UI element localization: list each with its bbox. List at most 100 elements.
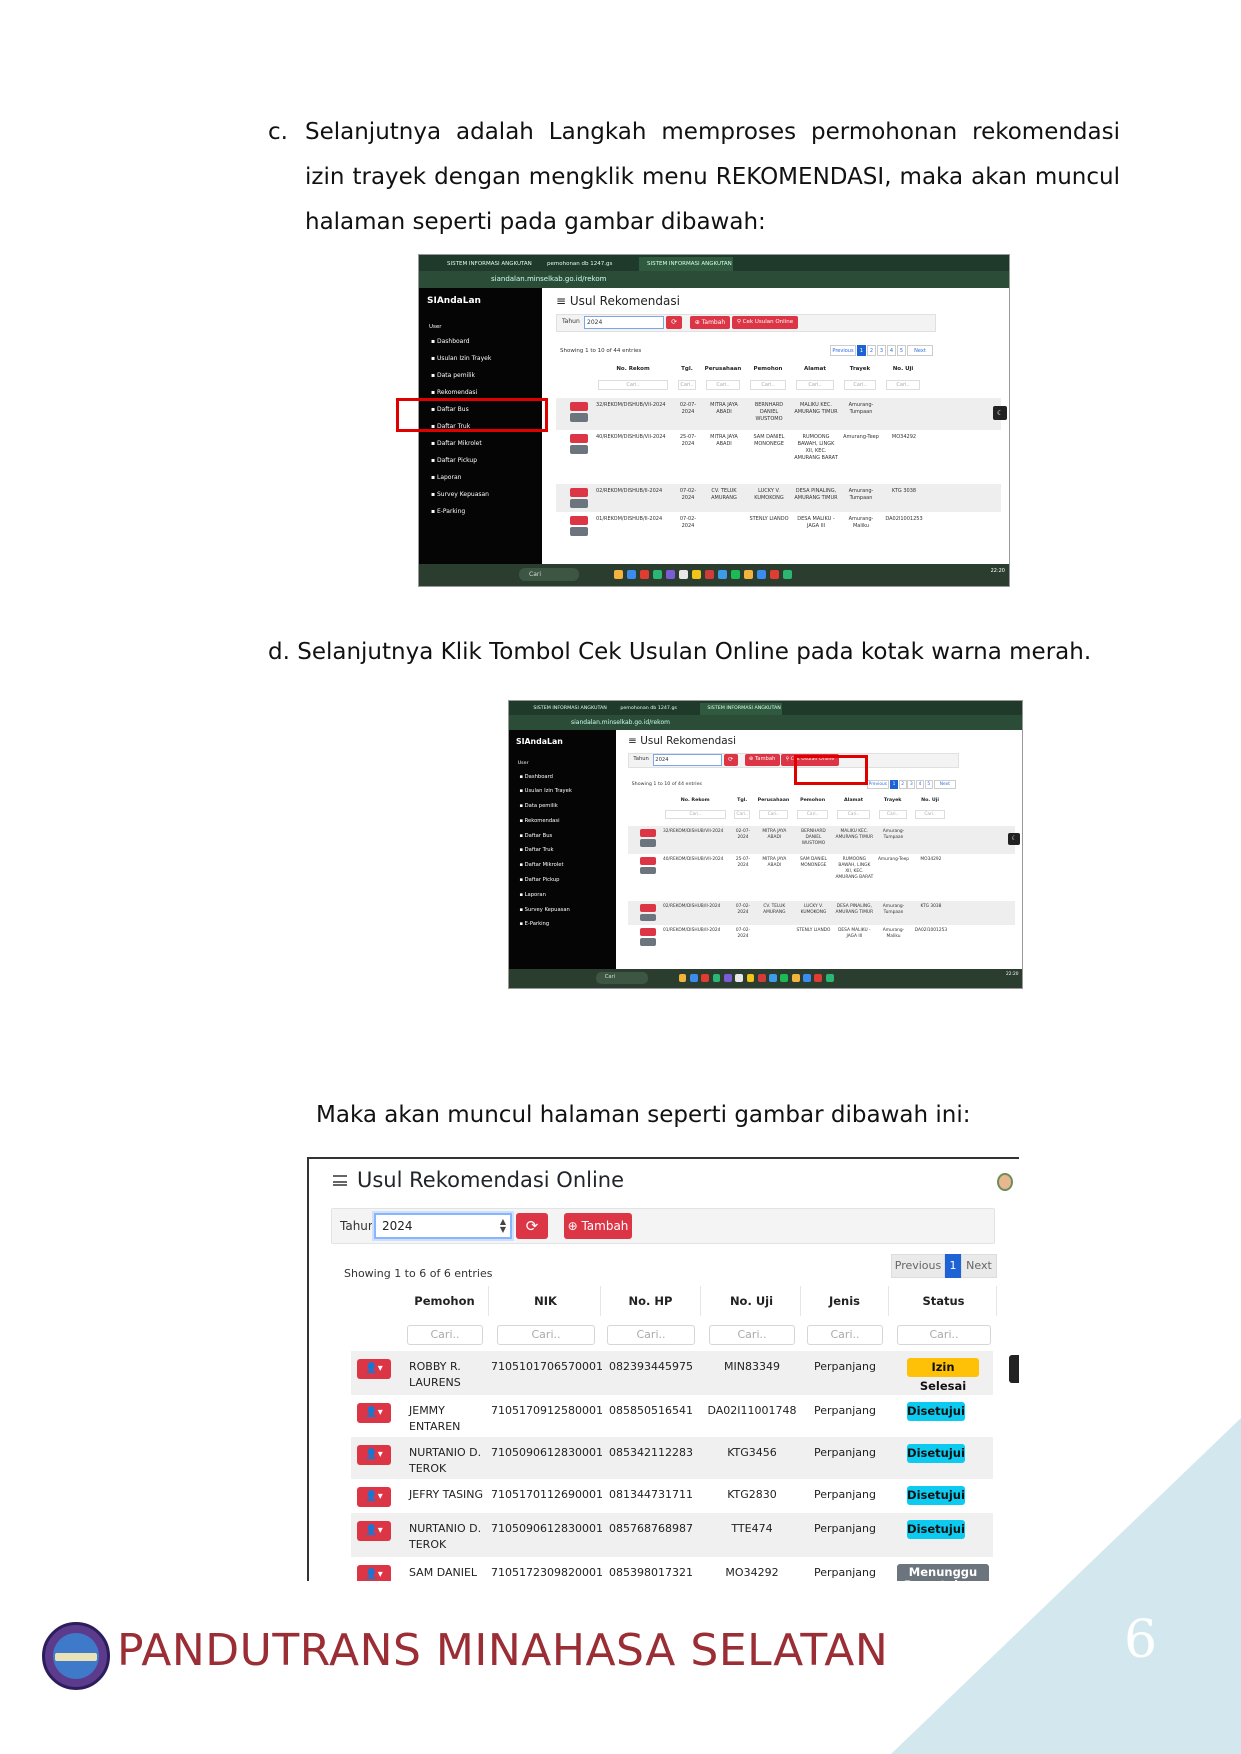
pager-previous[interactable]: Previous: [891, 1254, 945, 1278]
column-search-input[interactable]: Cari..: [607, 1325, 695, 1345]
taskbar-app-icon[interactable]: [769, 974, 777, 983]
theme-toggle[interactable]: ☾: [1008, 832, 1021, 845]
sidebar-item[interactable]: ▪ Daftar Truk: [519, 847, 553, 853]
sidebar-item[interactable]: ▪ Daftar Pickup: [519, 877, 559, 883]
column-search-input[interactable]: Cari..: [878, 810, 907, 819]
taskbar-app-icon[interactable]: [701, 974, 710, 983]
theme-toggle[interactable]: ☾: [993, 406, 1007, 420]
row-action-button[interactable]: [570, 402, 588, 411]
row-action-button[interactable]: [640, 838, 656, 847]
column-search-input[interactable]: Cari..: [497, 1325, 595, 1345]
taskbar-app-icon[interactable]: [627, 570, 636, 579]
column-search-input[interactable]: Cari..: [807, 1325, 883, 1345]
taskbar-app-icon[interactable]: [705, 570, 714, 579]
sidebar-item[interactable]: ▪ Laporan: [519, 892, 545, 898]
taskbar-app-icon[interactable]: [678, 974, 687, 983]
taskbar-app-icon[interactable]: [803, 974, 811, 983]
taskbar-app-icon[interactable]: [640, 570, 649, 579]
add-button[interactable]: ⊕ Tambah: [564, 1213, 632, 1239]
pager-item[interactable]: Previous: [830, 345, 856, 356]
add-button[interactable]: ⊕ Tambah: [690, 316, 730, 329]
row-action-button[interactable]: [640, 857, 656, 865]
column-search-input[interactable]: Cari..: [706, 380, 740, 390]
pager-item[interactable]: Next: [933, 779, 957, 790]
address-bar[interactable]: siandalan.minselkab.go.id/rekom: [509, 715, 1022, 730]
row-action-button[interactable]: 👤▾: [357, 1487, 391, 1507]
column-search-input[interactable]: Cari..: [844, 380, 876, 390]
column-search-input[interactable]: Cari..: [407, 1325, 483, 1345]
column-search-input[interactable]: Cari..: [598, 380, 668, 390]
row-action-button[interactable]: 👤▾: [357, 1445, 391, 1465]
row-action-button[interactable]: [570, 413, 588, 422]
sidebar-item[interactable]: ▪ Survey Kepuasan: [519, 907, 569, 913]
column-search-input[interactable]: Cari..: [897, 1325, 991, 1345]
taskbar-app-icon[interactable]: [712, 974, 721, 983]
browser-tab[interactable]: SISTEM INFORMASI ANGKUTAN: [439, 257, 533, 271]
row-action-button[interactable]: [570, 527, 588, 536]
sidebar-item[interactable]: ▪ Data pemilik: [431, 372, 475, 379]
taskbar-app-icon[interactable]: [731, 570, 740, 579]
year-input[interactable]: 2024: [652, 754, 723, 766]
taskbar-app-icon[interactable]: [746, 974, 755, 983]
taskbar-app-icon[interactable]: [653, 570, 662, 579]
taskbar-app-icon[interactable]: [679, 570, 688, 579]
taskbar-app-icon[interactable]: [825, 974, 834, 983]
row-action-button[interactable]: 👤▾: [357, 1359, 391, 1379]
taskbar-app-icon[interactable]: [783, 570, 792, 579]
taskbar-app-icon[interactable]: [744, 570, 753, 579]
refresh-button[interactable]: ⟳: [516, 1213, 548, 1239]
sidebar-item[interactable]: ▪ Daftar Bus: [519, 833, 552, 839]
row-action-button[interactable]: [640, 937, 656, 946]
column-search-input[interactable]: Cari..: [796, 380, 834, 390]
pager-item[interactable]: 3: [907, 779, 916, 790]
sidebar-item[interactable]: ▪ Daftar Pickup: [431, 457, 477, 464]
add-button[interactable]: ⊕ Tambah: [744, 754, 780, 766]
row-action-button[interactable]: 👤▾: [357, 1521, 391, 1541]
column-search-input[interactable]: Cari..: [796, 810, 829, 819]
taskbar-search[interactable]: Cari: [519, 568, 579, 581]
pager-item[interactable]: 5: [924, 779, 933, 790]
taskbar-search[interactable]: Cari: [596, 972, 649, 984]
sidebar-item[interactable]: ▪ Dashboard: [431, 338, 470, 345]
pager-item[interactable]: Previous: [866, 779, 890, 790]
browser-tab[interactable]: SISTEM INFORMASI ANGKUTAN: [526, 703, 608, 715]
spinner-icon[interactable]: ▲ ▼: [500, 1218, 506, 1234]
sidebar-item[interactable]: ▪ Rekomendasi: [519, 818, 559, 824]
taskbar-app-icon[interactable]: [723, 974, 732, 983]
pager-next[interactable]: Next: [961, 1254, 997, 1278]
pager-item[interactable]: 3: [877, 345, 886, 356]
taskbar-app-icon[interactable]: [814, 974, 823, 983]
pager-item[interactable]: 4: [916, 779, 924, 790]
taskbar-app-icon[interactable]: [735, 974, 744, 983]
address-bar[interactable]: siandalan.minselkab.go.id/rekom: [419, 271, 1009, 288]
refresh-button[interactable]: ⟳: [666, 316, 682, 329]
taskbar-app-icon[interactable]: [614, 570, 623, 579]
sidebar-item[interactable]: ▪ Daftar Mikrolet: [519, 862, 563, 868]
sidebar-item[interactable]: ▪ Survey Kepuasan: [431, 491, 489, 498]
pager-item[interactable]: 2: [898, 779, 907, 790]
pager-item[interactable]: 5: [897, 345, 906, 356]
year-input[interactable]: 2024: [584, 316, 664, 329]
sidebar-item[interactable]: ▪ Daftar Mikrolet: [431, 440, 482, 447]
refresh-button[interactable]: ⟳: [723, 754, 738, 766]
menu-icon[interactable]: [333, 1175, 347, 1186]
pager-item[interactable]: 1: [890, 779, 898, 790]
column-search-input[interactable]: Cari..: [709, 1325, 795, 1345]
sidebar-item[interactable]: ▪ Rekomendasi: [431, 389, 477, 396]
column-search-input[interactable]: Cari..: [836, 810, 871, 819]
column-search-input[interactable]: Cari..: [678, 380, 696, 390]
row-action-button[interactable]: [570, 488, 588, 497]
sidebar-item[interactable]: ▪ E-Parking: [431, 508, 465, 515]
row-action-button[interactable]: [640, 829, 656, 837]
sidebar-item[interactable]: ▪ E-Parking: [519, 921, 549, 927]
column-search-input[interactable]: Cari..: [915, 810, 945, 819]
pager-current[interactable]: 1: [945, 1254, 961, 1278]
row-action-button[interactable]: 👤▾: [357, 1403, 391, 1423]
row-action-button[interactable]: [570, 434, 588, 443]
browser-tab[interactable]: SISTEM INFORMASI ANGKUTAN: [700, 702, 783, 715]
taskbar-app-icon[interactable]: [689, 974, 698, 983]
sidebar-item[interactable]: ▪ Usulan Izin Trayek: [519, 788, 571, 794]
row-action-button[interactable]: [640, 913, 656, 922]
sidebar-item[interactable]: ▪ Laporan: [431, 474, 461, 481]
column-search-input[interactable]: Cari..: [750, 380, 786, 390]
